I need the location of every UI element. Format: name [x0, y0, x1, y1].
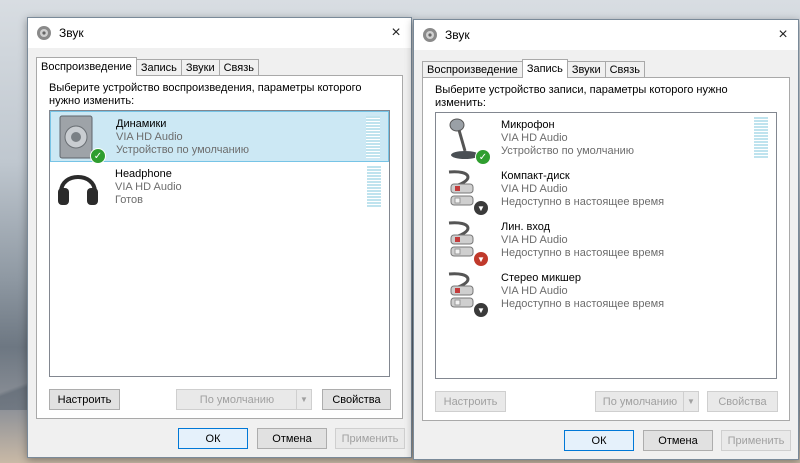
tab-communications[interactable]: Связь	[604, 61, 646, 78]
sound-window-playback: Звук × Воспроизведение Запись Звуки Связ…	[27, 17, 412, 458]
close-button[interactable]: ×	[381, 18, 411, 48]
tab-bar: Воспроизведение Запись Звуки Связь	[36, 57, 260, 76]
tab-communications[interactable]: Связь	[218, 59, 260, 76]
set-default-label: По умолчанию	[602, 395, 678, 408]
set-default-label: По умолчанию	[199, 393, 275, 406]
tab-sounds[interactable]: Звуки	[566, 61, 606, 78]
tab-panel: Выберите устройство записи, параметры ко…	[422, 77, 790, 421]
speaker-app-icon	[36, 25, 52, 41]
device-status: Недоступно в настоящее время	[501, 196, 665, 208]
ok-button[interactable]: ОК	[178, 428, 248, 449]
tab-panel: Выберите устройство воспроизведения, пар…	[36, 75, 403, 419]
properties-button[interactable]: Свойства	[707, 391, 778, 412]
tab-playback[interactable]: Воспроизведение	[36, 57, 137, 76]
unavailable-arrow-icon: ▼	[473, 251, 489, 267]
configure-button[interactable]: Настроить	[435, 391, 506, 412]
device-driver: VIA HD Audio	[501, 183, 568, 195]
unavailable-arrow-icon: ▼	[473, 200, 489, 216]
unavailable-arrow-icon: ▼	[473, 302, 489, 318]
tab-playback[interactable]: Воспроизведение	[422, 61, 523, 78]
level-meter	[366, 116, 380, 158]
device-driver: VIA HD Audio	[115, 181, 182, 193]
tab-recording[interactable]: Запись	[521, 59, 568, 78]
configure-button[interactable]: Настроить	[49, 389, 120, 410]
close-button[interactable]: ×	[768, 20, 798, 50]
device-status: Недоступно в настоящее время	[501, 247, 665, 259]
device-name: Компакт-диск	[501, 170, 570, 182]
chevron-down-icon[interactable]: ▼	[683, 392, 698, 411]
instruction-text: Выберите устройство воспроизведения, пар…	[49, 82, 362, 107]
device-name: Лин. вход	[501, 221, 551, 233]
list-item-stereo-mix[interactable]: ▼ Стерео микшер VIA HD Audio Недоступно …	[436, 266, 776, 318]
device-status: Готов	[115, 194, 143, 206]
instruction-text: Выберите устройство записи, параметры ко…	[435, 84, 728, 109]
level-meter	[754, 117, 768, 159]
window-title: Звук	[445, 28, 470, 42]
list-item-cd-audio[interactable]: ▼ Компакт-диск VIA HD Audio Недоступно в…	[436, 164, 776, 216]
title-bar: Звук ×	[414, 20, 798, 50]
audio-cable-icon: ▼	[441, 268, 489, 318]
set-default-dropdown[interactable]: По умолчанию ▼	[176, 389, 312, 410]
tab-sounds[interactable]: Звуки	[180, 59, 220, 76]
set-default-dropdown[interactable]: По умолчанию ▼	[595, 391, 699, 412]
apply-button[interactable]: Применить	[721, 430, 791, 451]
list-item-microphone[interactable]: ✓ Микрофон VIA HD Audio Устройство по ум…	[436, 113, 776, 165]
cancel-button[interactable]: Отмена	[643, 430, 713, 451]
device-name: Headphone	[115, 168, 172, 180]
tab-recording[interactable]: Запись	[135, 59, 182, 76]
device-list: ✓ Динамики VIA HD Audio Устройство по ум…	[49, 110, 390, 377]
properties-button[interactable]: Свойства	[322, 389, 391, 410]
apply-button[interactable]: Применить	[335, 428, 405, 449]
device-status: Недоступно в настоящее время	[501, 298, 665, 310]
window-title: Звук	[59, 26, 84, 40]
device-driver: VIA HD Audio	[116, 131, 183, 143]
list-item-headphone[interactable]: Headphone VIA HD Audio Готов	[50, 162, 389, 213]
microphone-icon: ✓	[441, 115, 491, 165]
speaker-app-icon	[422, 27, 438, 43]
level-meter	[367, 166, 381, 208]
chevron-down-icon[interactable]: ▼	[296, 390, 311, 409]
device-status: Устройство по умолчанию	[116, 144, 250, 156]
device-driver: VIA HD Audio	[501, 234, 568, 246]
sound-window-recording: Звук × Воспроизведение Запись Звуки Связ…	[413, 19, 799, 460]
device-name: Динамики	[116, 118, 167, 130]
device-driver: VIA HD Audio	[501, 285, 568, 297]
tab-bar: Воспроизведение Запись Звуки Связь	[422, 59, 646, 78]
device-status: Устройство по умолчанию	[501, 145, 635, 157]
audio-cable-icon: ▼	[441, 217, 489, 267]
list-item-line-in[interactable]: ▼ Лин. вход VIA HD Audio Недоступно в на…	[436, 215, 776, 267]
device-name: Стерео микшер	[501, 272, 581, 284]
audio-cable-icon: ▼	[441, 166, 489, 216]
device-name: Микрофон	[501, 119, 555, 131]
title-bar: Звук ×	[28, 18, 411, 48]
ok-button[interactable]: ОК	[564, 430, 634, 451]
default-check-icon: ✓	[475, 149, 491, 165]
speakers-icon: ✓	[56, 114, 106, 164]
headphones-icon	[55, 164, 103, 212]
device-list: ✓ Микрофон VIA HD Audio Устройство по ум…	[435, 112, 777, 379]
device-driver: VIA HD Audio	[501, 132, 568, 144]
list-item-speakers[interactable]: ✓ Динамики VIA HD Audio Устройство по ум…	[50, 111, 389, 164]
cancel-button[interactable]: Отмена	[257, 428, 327, 449]
